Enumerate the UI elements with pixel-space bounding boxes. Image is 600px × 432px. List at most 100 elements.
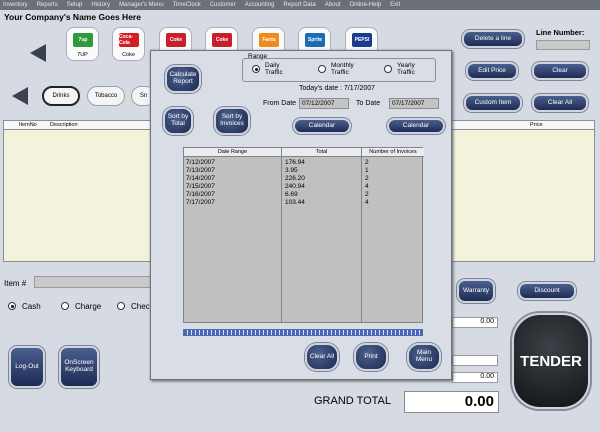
- warranty-button[interactable]: Warranty: [457, 279, 495, 303]
- product-logo-icon: Coke: [212, 33, 232, 47]
- todays-date: Today's date : 7/17/2007: [299, 85, 376, 92]
- category-tobacco[interactable]: Tobacco: [87, 86, 125, 106]
- row-total: 6.69: [285, 191, 298, 198]
- discount-button[interactable]: Discount: [518, 282, 576, 300]
- product-label: Coke: [122, 52, 135, 58]
- payment-charge-label: Charge: [75, 302, 102, 311]
- to-calendar-button[interactable]: Calendar: [387, 118, 445, 134]
- row-invoices: 4: [365, 199, 369, 206]
- edit-price-button[interactable]: Edit Price: [466, 62, 518, 80]
- grid-col-price: Price: [530, 122, 543, 128]
- menu-item-inventory[interactable]: Inventory: [3, 2, 28, 8]
- menu-item-about[interactable]: About: [325, 2, 341, 8]
- row-date: 7/13/2007: [186, 167, 215, 174]
- clear-all-button[interactable]: Clear All: [532, 94, 588, 112]
- report-col-invoices: Number of Invoices: [362, 148, 424, 157]
- row-invoices: 2: [365, 175, 369, 182]
- line-number-label: Line Number:: [536, 28, 585, 37]
- dialog-print-button[interactable]: Print: [354, 343, 388, 371]
- row-invoices: 4: [365, 183, 369, 190]
- row-date: 7/14/2007: [186, 175, 215, 182]
- row-total: 176.94: [285, 159, 305, 166]
- grid-col-itemno: ItemNo: [19, 122, 37, 128]
- row-total: 3.95: [285, 167, 298, 174]
- line-number-field[interactable]: [536, 40, 590, 50]
- calculate-report-button[interactable]: Calculate Report: [165, 65, 201, 93]
- custom-item-button[interactable]: Custom Item: [464, 94, 522, 112]
- range-daily-radio[interactable]: [252, 65, 260, 73]
- product-logo-icon: Sprite: [305, 33, 325, 47]
- item-number-label: Item #: [4, 279, 27, 288]
- payment-check-label: Chec: [131, 302, 150, 311]
- payment-charge-radio[interactable]: [61, 302, 69, 310]
- from-calendar-button[interactable]: Calendar: [293, 118, 351, 134]
- range-monthly-radio[interactable]: [318, 65, 326, 73]
- row-date: 7/15/2007: [186, 183, 215, 190]
- menu-item-history[interactable]: History: [91, 2, 110, 8]
- categories-prev-arrow-icon[interactable]: [12, 87, 28, 105]
- payment-cash-label: Cash: [22, 302, 41, 311]
- menu-item-managers-menu[interactable]: Manager's Menu: [119, 2, 164, 8]
- range-yearly-label: Yearly Traffic: [397, 62, 415, 77]
- tender-button[interactable]: TENDER: [512, 313, 590, 409]
- product-logo-icon: PEPSI: [352, 33, 372, 47]
- menu-item-reports[interactable]: Reports: [37, 2, 58, 8]
- row-date: 7/17/2007: [186, 199, 215, 206]
- tax-amount: 0.00: [452, 372, 498, 383]
- menu-item-setup[interactable]: Setup: [67, 2, 83, 8]
- menu-item-accounting[interactable]: Accounting: [245, 2, 275, 8]
- delete-line-button[interactable]: Delete a line: [462, 30, 524, 48]
- range-daily-label: Daily Traffic: [265, 62, 283, 77]
- to-date-input[interactable]: 07/17/2007: [389, 98, 439, 109]
- row-total: 226.20: [285, 175, 305, 182]
- dialog-clear-all-button[interactable]: Clear All: [305, 343, 339, 371]
- menu-item-report-data[interactable]: Report Data: [283, 2, 315, 8]
- subtotal-amount: 0.00: [452, 317, 498, 328]
- menu-item-online-help[interactable]: Online-Help: [349, 2, 381, 8]
- company-name: Your Company's Name Goes Here: [4, 12, 141, 22]
- amount-field: [452, 355, 498, 366]
- logout-button[interactable]: Log-Out: [9, 346, 45, 388]
- product-logo-icon: Coca-Cola: [119, 33, 139, 47]
- range-yearly-radio[interactable]: [384, 65, 392, 73]
- grand-total-text: GRAND TOTAL: [314, 395, 391, 407]
- category-drinks[interactable]: Drinks: [42, 86, 80, 106]
- products-prev-arrow-icon[interactable]: [30, 44, 46, 62]
- menu-item-exit[interactable]: Exit: [390, 2, 400, 8]
- report-table[interactable]: Date Range Total Number of Invoices 7/12…: [183, 147, 424, 323]
- range-monthly-label: Monthly Traffic: [331, 62, 354, 77]
- product-logo-icon: Fanta: [259, 33, 279, 47]
- row-invoices: 1: [365, 167, 369, 174]
- from-date-label: From Date: [263, 100, 297, 107]
- row-total: 103.44: [285, 199, 305, 206]
- product-logo-icon: 7up: [73, 33, 93, 47]
- menu-item-customer[interactable]: Customer: [210, 2, 236, 8]
- report-col-date-range: Date Range: [184, 148, 282, 157]
- row-total: 240.94: [285, 183, 305, 190]
- dialog-main-menu-button[interactable]: Main Menu: [407, 343, 441, 371]
- row-invoices: 2: [365, 191, 369, 198]
- onscreen-keyboard-button[interactable]: OnScreen Keyboard: [59, 346, 99, 388]
- menu-item-timeclock[interactable]: TimeClock: [173, 2, 201, 8]
- grand-total-value: 0.00: [404, 391, 499, 413]
- traffic-report-dialog: Calculate Report Range Daily Traffic Mon…: [150, 50, 452, 380]
- menu-bar: Inventory Reports Setup History Manager'…: [0, 0, 600, 10]
- report-progress-bar: [183, 329, 423, 336]
- product-button-7up[interactable]: 7up 7UP: [66, 27, 99, 61]
- grid-col-description: Description: [50, 122, 78, 128]
- grand-total-label: GRAND TOTAL $: [314, 395, 412, 407]
- item-number-input[interactable]: [34, 276, 152, 288]
- sort-by-total-button[interactable]: Sort by Total: [163, 107, 193, 135]
- product-button-coke[interactable]: Coca-Cola Coke: [112, 27, 145, 61]
- sort-by-invoices-button[interactable]: Sort by Invoices: [214, 107, 250, 135]
- product-label: 7UP: [77, 52, 88, 58]
- product-logo-icon: Coke: [166, 33, 186, 47]
- row-date: 7/16/2007: [186, 191, 215, 198]
- payment-check-radio[interactable]: [117, 302, 125, 310]
- report-col-total: Total: [282, 148, 362, 157]
- to-date-label: To Date: [356, 100, 381, 107]
- payment-cash-radio[interactable]: [8, 302, 16, 310]
- from-date-input[interactable]: 07/12/2007: [299, 98, 349, 109]
- clear-button[interactable]: Clear: [532, 62, 588, 80]
- row-date: 7/12/2007: [186, 159, 215, 166]
